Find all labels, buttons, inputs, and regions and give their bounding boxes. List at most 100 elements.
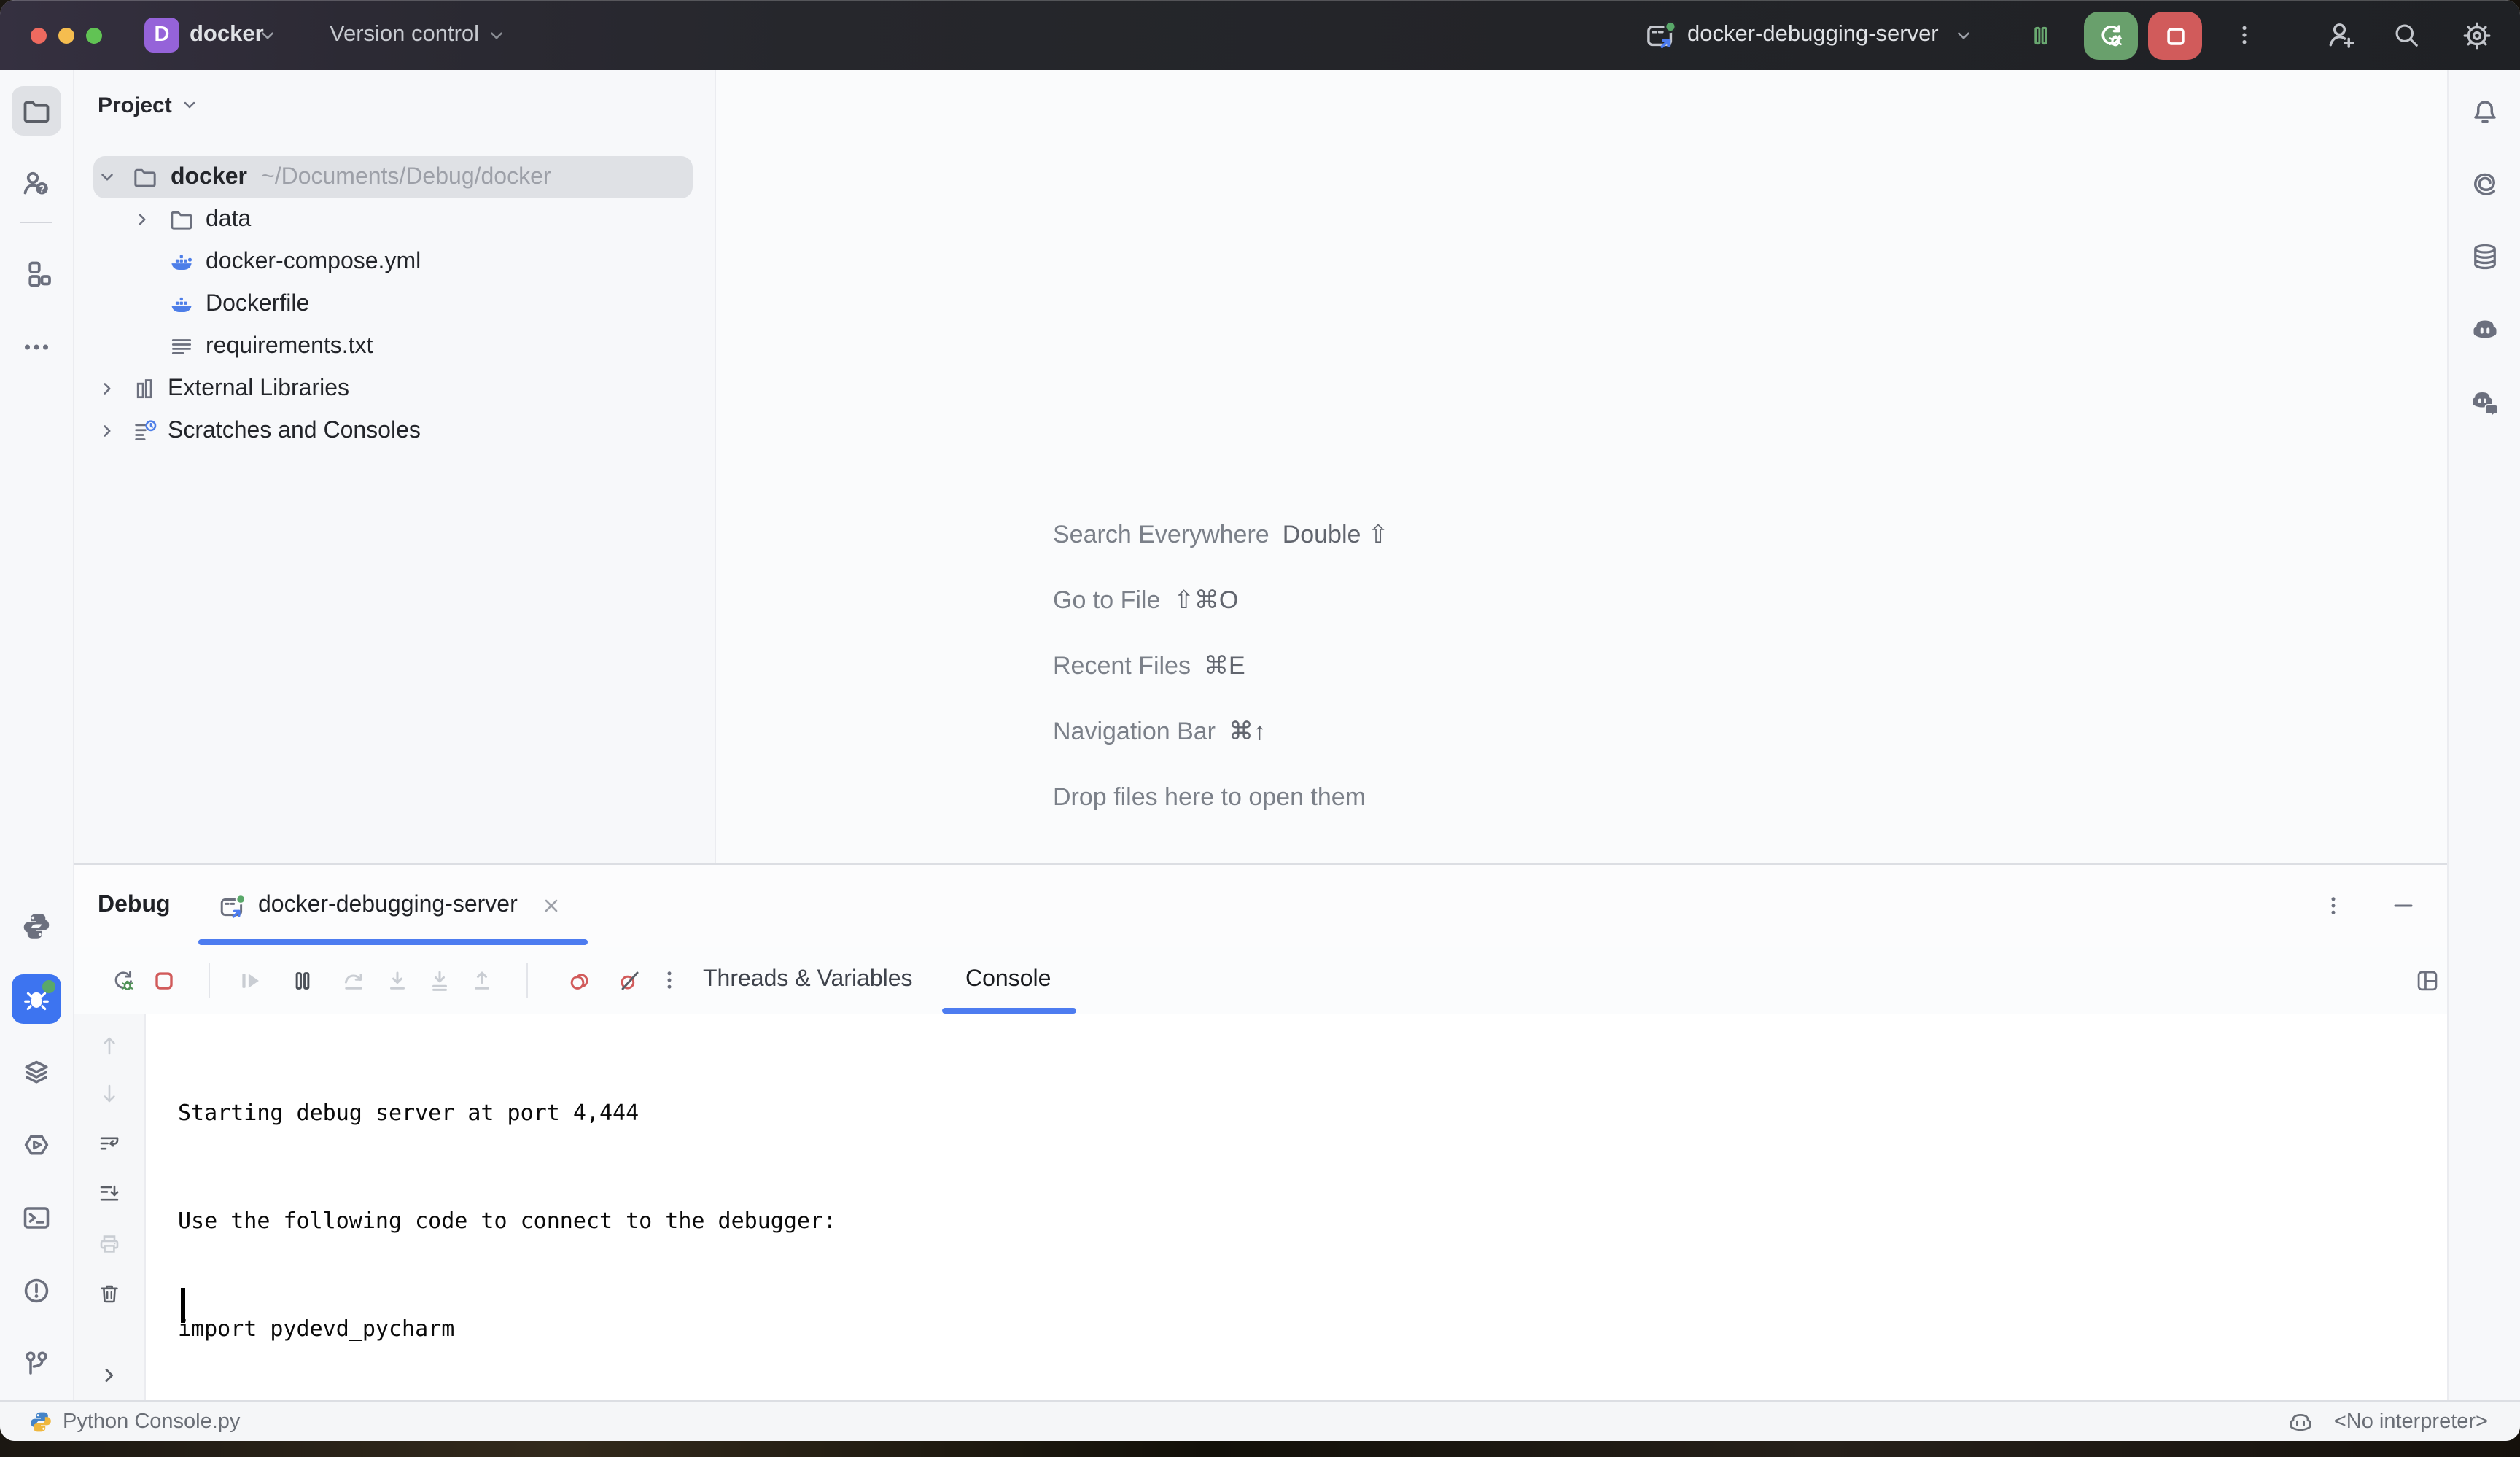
shortcut-label: Recent Files [1053,652,1191,681]
toolbar-kebab-icon[interactable] [646,957,693,1003]
view-breakpoints-icon[interactable] [556,957,602,1003]
project-menu-label: docker [190,22,264,48]
clear-console-trash-icon[interactable] [98,1282,121,1305]
traffic-zoom-button[interactable] [85,27,101,43]
step-over-icon[interactable] [330,957,376,1003]
tree-row-requirements[interactable]: requirements.txt [74,325,715,368]
console-line: Use the following code to connect to the… [178,1203,1350,1239]
layout-settings-icon[interactable] [2403,957,2450,1003]
copilot-chat-tool-button[interactable] [2460,378,2510,427]
chevron-expanded-icon[interactable] [98,156,117,198]
notifications-bell-button[interactable] [2460,86,2510,136]
tree-label: External Libraries [168,368,349,410]
chevron-down-icon [181,96,198,114]
editor-empty-state: Search Everywhere Double ⇧ Go to File ⇧⌘… [716,70,2447,863]
step-into-icon[interactable] [373,957,420,1003]
shortcut-label: Search Everywhere [1053,521,1269,550]
library-icon [133,368,158,410]
debug-panel-kebab-icon[interactable] [2322,865,2345,947]
debug-session-tab[interactable]: docker-debugging-server [198,865,582,947]
tree-row-external-libraries[interactable]: External Libraries [74,368,715,410]
resume-program-icon[interactable] [226,957,273,1003]
strip-divider [20,222,52,223]
traffic-minimize-button[interactable] [58,27,74,43]
shortcut-label: Navigation Bar [1053,718,1216,747]
version-control-menu[interactable]: Version control [330,0,479,70]
services-tool-button[interactable] [12,1120,61,1170]
terminal-tool-button[interactable] [12,1193,61,1243]
debug-tool-button[interactable] [12,974,61,1024]
run-config-icon [1645,0,1677,70]
scroll-to-end-icon[interactable] [98,1181,121,1205]
shortcut-keys: ⇧⌘O [1173,586,1238,615]
structure-tool-button[interactable] [12,249,61,299]
tree-row-dockerfile[interactable]: Dockerfile [74,283,715,325]
tree-label: Scratches and Consoles [168,410,421,452]
traffic-close-button[interactable] [30,27,46,43]
project-panel-header[interactable]: Project [98,88,198,123]
close-icon[interactable] [541,895,561,916]
project-menu[interactable]: docker [190,0,264,70]
chevron-collapsed-icon[interactable] [98,410,117,452]
run-config-name: docker-debugging-server [1687,22,1939,48]
pause-program-icon[interactable] [279,957,325,1003]
chevron-collapsed-icon[interactable] [133,198,152,241]
pause-program-button[interactable] [2029,0,2053,70]
tab-threads-variables[interactable]: Threads & Variables [703,947,913,1014]
stop-icon[interactable] [140,957,187,1003]
stop-button[interactable] [2148,12,2202,60]
search-everywhere-icon[interactable] [2392,0,2421,70]
expand-gutter-chevron-icon[interactable] [98,1364,121,1387]
copilot-tool-button[interactable] [2460,305,2510,354]
rerun-debug-button[interactable] [2084,12,2138,60]
soft-wrap-icon[interactable] [98,1132,121,1155]
scroll-up-icon[interactable] [98,1034,121,1057]
active-session-underline [198,939,588,945]
docker-file-icon [169,283,194,325]
tab-label: Threads & Variables [703,967,913,993]
console-caret [181,1288,184,1323]
settings-gear-icon[interactable] [2462,0,2492,70]
print-icon[interactable] [98,1232,121,1256]
project-tool-button[interactable] [12,86,61,136]
force-step-into-icon[interactable] [416,957,462,1003]
docker-file-icon [169,241,194,283]
hide-panel-icon[interactable] [2392,865,2415,947]
problems-tool-button[interactable] [12,1266,61,1316]
toolbar-separator [526,963,528,998]
tree-row-docker[interactable]: docker ~/Documents/Debug/docker [74,156,715,198]
git-tool-button[interactable] [12,1339,61,1388]
tree-row-data[interactable]: data [74,198,715,241]
folder-icon [133,156,158,198]
step-out-icon[interactable] [458,957,505,1003]
code-with-me-icon[interactable] [2325,0,2357,70]
text-file-icon [169,325,194,368]
mute-breakpoints-icon[interactable] [605,957,652,1003]
debug-toolbar: Threads & Variables Console [74,947,2447,1015]
pull-requests-tool-button[interactable]: ? [12,159,61,209]
tree-row-docker-compose[interactable]: docker-compose.yml [74,241,715,283]
python-console-tool-button[interactable] [12,901,61,951]
rerun-debug-icon[interactable] [99,957,146,1003]
shortcut-search-everywhere: Search Everywhere Double ⇧ [1053,516,1388,554]
tab-console[interactable]: Console [965,947,1051,1014]
copilot-status-icon[interactable] [2289,1410,2314,1434]
status-right-widgets: <No interpreter> [2289,1402,2488,1441]
scroll-down-icon[interactable] [98,1082,121,1106]
console-output[interactable]: Starting debug server at port 4,444 Use … [178,1024,1350,1441]
more-tool-windows-button[interactable] [12,322,61,372]
run-config-selector[interactable]: docker-debugging-server [1687,0,1939,70]
more-actions-kebab-icon[interactable] [2233,0,2256,70]
interpreter-widget[interactable]: <No interpreter> [2334,1410,2488,1434]
title-bar: D docker Version control [0,0,2520,70]
ai-assistant-button[interactable] [2460,159,2510,209]
python-packages-tool-button[interactable] [12,1047,61,1097]
status-file-label: Python Console.py [63,1410,240,1434]
shortcut-drop-files: Drop files here to open them [1053,779,1366,817]
tree-row-scratches[interactable]: Scratches and Consoles [74,410,715,452]
chevron-collapsed-icon[interactable] [98,368,117,410]
console-gutter [74,1014,146,1402]
status-file-widget[interactable]: Python Console.py [29,1402,240,1441]
database-tool-button[interactable] [2460,232,2510,281]
debug-console[interactable]: Starting debug server at port 4,444 Use … [74,1014,2447,1402]
